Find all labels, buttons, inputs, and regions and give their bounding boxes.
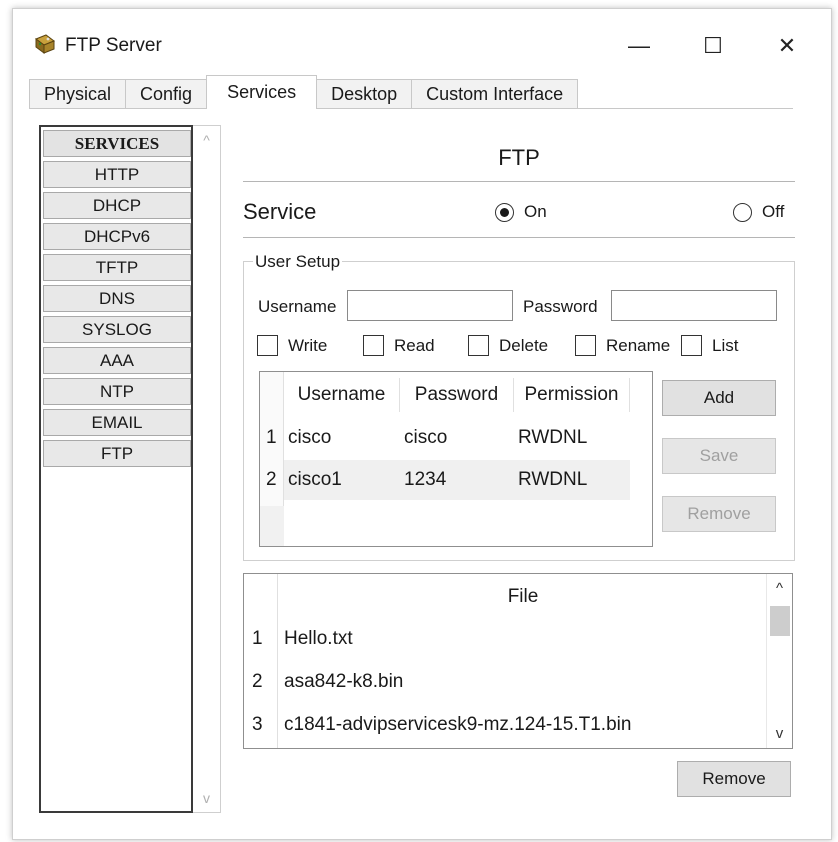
permission-write[interactable]: Write (257, 335, 327, 356)
close-button[interactable]: ✕ (767, 29, 807, 63)
window-title: FTP Server (65, 35, 162, 56)
cell-password: 1234 (404, 469, 447, 490)
sidebar-item-dhcpv6[interactable]: DHCPv6 (43, 223, 191, 250)
remove-user-button[interactable]: Remove (662, 496, 776, 532)
service-off-label: Off (762, 202, 785, 221)
service-on-option[interactable]: On (495, 202, 547, 222)
scroll-down-icon[interactable]: v (767, 725, 792, 742)
column-header-file[interactable]: File (278, 580, 768, 614)
cell-username: cisco (288, 427, 332, 448)
write-label: Write (288, 335, 328, 355)
sidebar-item-dns[interactable]: DNS (43, 285, 191, 312)
ftp-server-window: FTP Server — ☐ ✕ Physical Config Service… (12, 8, 832, 840)
files-scrollbar[interactable]: ^ v (766, 574, 792, 748)
username-label: Username (258, 297, 337, 316)
delete-label: Delete (499, 335, 549, 355)
column-header-permission[interactable]: Permission (514, 378, 630, 412)
file-name[interactable]: c1841-advipservicesk9-mz.124-15.T1.bin (284, 714, 631, 736)
divider (243, 237, 795, 238)
remove-file-button[interactable]: Remove (677, 761, 791, 797)
radio-on[interactable] (495, 202, 514, 222)
read-checkbox[interactable] (363, 335, 384, 356)
file-name[interactable]: Hello.txt (284, 628, 353, 650)
server-app-icon (34, 34, 56, 54)
service-label: Service (243, 199, 317, 224)
column-header-password[interactable]: Password (400, 378, 514, 412)
tab-services[interactable]: Services (206, 75, 318, 109)
delete-checkbox[interactable] (468, 335, 489, 356)
user-setup-legend: User Setup (253, 252, 343, 272)
scroll-up-icon[interactable]: ^ (767, 580, 792, 597)
files-table: File 1 Hello.txt 2 asa842-k8.bin 3 c1841… (243, 573, 793, 749)
users-table: Username Password Permission 1 cisco cis… (259, 371, 653, 547)
read-label: Read (394, 335, 435, 355)
tab-custom-interface[interactable]: Custom Interface (411, 79, 579, 109)
save-button[interactable]: Save (662, 438, 776, 474)
permission-rename[interactable]: Rename (575, 335, 670, 356)
column-header-username[interactable]: Username (284, 378, 400, 412)
service-on-label: On (524, 202, 547, 221)
password-label: Password (523, 297, 598, 316)
scroll-down-icon[interactable]: v (193, 790, 220, 806)
tab-physical[interactable]: Physical (29, 79, 127, 109)
sidebar-item-http[interactable]: HTTP (43, 161, 191, 188)
row-index: 1 (266, 427, 277, 448)
scroll-up-icon[interactable]: ^ (193, 132, 220, 148)
service-off-option[interactable]: Off (733, 202, 784, 222)
services-list: SERVICES HTTP DHCP DHCPv6 TFTP DNS SYSLO… (39, 125, 193, 813)
file-row-index: 2 (252, 671, 263, 692)
sidebar-item-syslog[interactable]: SYSLOG (43, 316, 191, 343)
sidebar-item-email[interactable]: EMAIL (43, 409, 191, 436)
divider (243, 181, 795, 182)
cell-permission: RWDNL (518, 469, 588, 490)
scrollbar-thumb[interactable] (770, 606, 790, 636)
permission-list[interactable]: List (681, 335, 738, 356)
username-input[interactable] (347, 290, 513, 321)
tab-config[interactable]: Config (125, 79, 208, 109)
cell-username: cisco1 (288, 469, 342, 490)
permission-delete[interactable]: Delete (468, 335, 548, 356)
sidebar-item-ftp[interactable]: FTP (43, 440, 191, 467)
permission-read[interactable]: Read (363, 335, 435, 356)
services-header: SERVICES (43, 130, 191, 157)
maximize-button[interactable]: ☐ (693, 29, 733, 63)
file-row-index: 3 (252, 714, 263, 735)
empty-row-header (260, 506, 284, 546)
tab-desktop[interactable]: Desktop (316, 79, 413, 109)
rename-checkbox[interactable] (575, 335, 596, 356)
file-name[interactable]: asa842-k8.bin (284, 671, 403, 693)
cell-password: cisco (404, 427, 448, 448)
password-input[interactable] (611, 290, 777, 321)
services-scrollbar[interactable]: ^ v (193, 125, 221, 813)
sidebar-item-ntp[interactable]: NTP (43, 378, 191, 405)
row-index: 2 (266, 469, 277, 490)
title-bar[interactable]: FTP Server — ☐ ✕ (13, 9, 831, 69)
write-checkbox[interactable] (257, 335, 278, 356)
rename-label: Rename (606, 335, 671, 355)
add-button[interactable]: Add (662, 380, 776, 416)
cell-permission: RWDNL (518, 427, 588, 448)
sidebar-item-aaa[interactable]: AAA (43, 347, 191, 374)
sidebar-item-dhcp[interactable]: DHCP (43, 192, 191, 219)
radio-off[interactable] (733, 202, 752, 222)
tab-divider (29, 108, 793, 109)
list-label: List (712, 335, 739, 355)
list-checkbox[interactable] (681, 335, 702, 356)
page-title: FTP (498, 145, 540, 170)
tab-bar: Physical Config Services Desktop Custom … (29, 75, 579, 109)
sidebar-item-tftp[interactable]: TFTP (43, 254, 191, 281)
file-row-index: 1 (252, 628, 263, 649)
minimize-button[interactable]: — (619, 29, 659, 63)
